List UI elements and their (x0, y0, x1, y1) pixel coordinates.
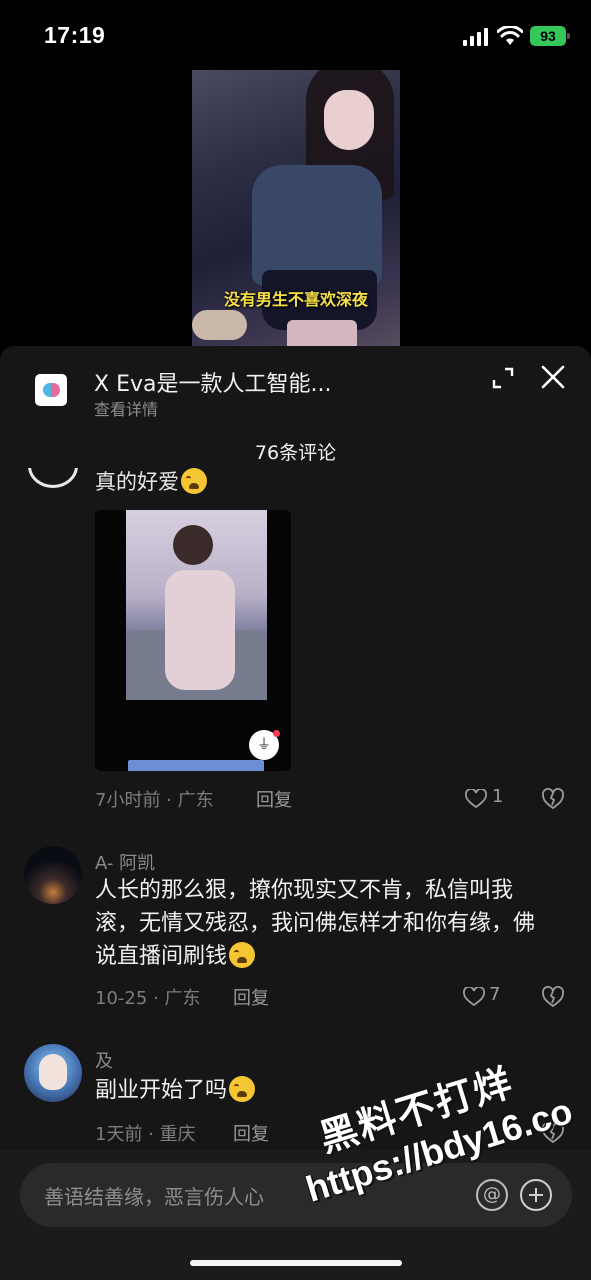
comment-meta: 10-25 · 广东 (95, 988, 201, 1009)
like-count: 7 (489, 984, 501, 1005)
laughing-crying-emoji-icon (229, 942, 256, 968)
comment-sheet: X Eva是一款人工智能... 查看详情 76条评论 真的好爱 ⏚ 7小时前 ·… (0, 346, 591, 1280)
close-icon[interactable] (540, 364, 566, 390)
reply-button[interactable]: 回复 (256, 786, 292, 812)
comments-count: 76条评论 (254, 442, 337, 464)
voice-icon[interactable]: ⏚ (249, 730, 280, 760)
dislike-icon[interactable] (541, 1122, 565, 1144)
video-figure-face (324, 90, 374, 150)
comment-input-bar: 善语结善缘，恶言伤人心 @ (0, 1150, 591, 1280)
video-caption: 没有男生不喜欢深夜 (223, 290, 368, 309)
avatar[interactable] (24, 846, 82, 904)
app-logo[interactable] (35, 374, 67, 406)
view-details-link[interactable]: 查看详情 (94, 396, 158, 420)
comment-text: 副业开始了吗 (95, 1074, 256, 1107)
add-icon[interactable] (520, 1179, 552, 1211)
mention-icon[interactable]: @ (476, 1179, 508, 1211)
like-icon[interactable] (463, 987, 485, 1007)
comment-input[interactable]: 善语结善缘，恶言伤人心 @ (20, 1163, 572, 1227)
expand-icon[interactable] (491, 366, 515, 390)
avatar[interactable] (28, 468, 78, 488)
signal-icon (463, 28, 488, 46)
photo-figure-head (173, 525, 213, 565)
home-indicator (190, 1260, 402, 1266)
app-title[interactable]: X Eva是一款人工智能... (94, 366, 331, 398)
photo-button-strip (128, 760, 264, 771)
photo-figure (165, 570, 235, 690)
username[interactable]: 及 (95, 1047, 113, 1073)
reply-button[interactable]: 回复 (233, 984, 269, 1010)
comment-text: 真的好爱 (95, 468, 207, 496)
comment-meta: 1天前 · 重庆 (95, 1124, 196, 1145)
comment-text: 人长的那么狠，撩你现实又不肯，私信叫我滚，无情又残忍，我问佛怎样才和你有缘，佛说… (95, 878, 536, 969)
video-figure-torso (252, 165, 382, 285)
comment-list[interactable]: 真的好爱 ⏚ 7小时前 · 广东 回复 1 A- 阿凯 人长的那么狠，撩你现实又… (0, 468, 591, 1158)
wifi-icon (497, 26, 523, 45)
dislike-icon[interactable] (541, 788, 565, 810)
comment-image[interactable]: ⏚ (95, 510, 291, 771)
battery-indicator: 93 (530, 26, 570, 46)
like-count: 1 (492, 786, 504, 807)
status-bar: 17:19 93 (0, 0, 591, 70)
crying-emoji-icon (181, 468, 207, 494)
like-icon[interactable] (465, 789, 487, 809)
video-dog-shape (192, 310, 247, 340)
status-time: 17:19 (44, 22, 106, 48)
crying-emoji-icon (229, 1076, 256, 1102)
comment-input-placeholder: 善语结善缘，恶言伤人心 (44, 1185, 264, 1209)
username[interactable]: A- 阿凯 (95, 849, 155, 875)
video-preview[interactable]: 没有男生不喜欢深夜 (192, 70, 400, 355)
dislike-icon[interactable] (541, 986, 565, 1008)
avatar[interactable] (24, 1044, 82, 1102)
comment-meta: 7小时前 · 广东 (95, 790, 214, 811)
reply-button[interactable]: 回复 (233, 1120, 269, 1146)
